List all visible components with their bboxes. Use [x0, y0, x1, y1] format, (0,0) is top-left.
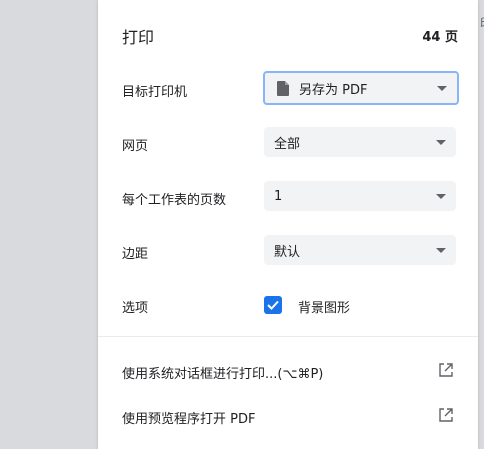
open-in-new-icon[interactable] [438, 407, 454, 423]
page-count: 44 页 [422, 30, 458, 45]
chevron-down-icon [436, 247, 446, 253]
chevron-down-icon [436, 139, 446, 145]
destination-label: 目标打印机 [122, 85, 188, 100]
pages-select[interactable]: 全部 [264, 127, 456, 157]
background-graphics-checkbox[interactable] [264, 296, 282, 314]
open-in-new-icon[interactable] [438, 362, 454, 378]
offscreen-text-fragment: 印 [480, 14, 484, 31]
pages-per-sheet-value: 1 [274, 188, 283, 204]
options-label: 选项 [122, 301, 149, 316]
pages-label: 网页 [122, 139, 149, 154]
destination-value: 另存为 PDF [299, 82, 368, 98]
margins-label: 边距 [122, 247, 149, 262]
open-preview-link[interactable]: 使用预览程序打开 PDF [122, 408, 255, 427]
destination-select[interactable]: 另存为 PDF [263, 71, 459, 105]
background-graphics-label: 背景图形 [298, 301, 351, 316]
pages-per-sheet-label: 每个工作表的页数 [122, 193, 227, 208]
file-icon [277, 80, 289, 96]
panel-title: 打印 [122, 28, 155, 47]
margins-value: 默认 [274, 244, 301, 260]
margins-select[interactable]: 默认 [264, 235, 456, 265]
print-settings-panel: 打印 44 页 目标打印机 另存为 PDF 网页 全部 每个工作表的页数 1 边… [98, 0, 478, 449]
pages-per-sheet-select[interactable]: 1 [264, 181, 456, 211]
checkmark-icon [267, 300, 279, 310]
system-dialog-link[interactable]: 使用系统对话框进行打印...(⌥⌘P) [122, 363, 323, 382]
pages-value: 全部 [274, 136, 301, 152]
divider [98, 336, 478, 337]
chevron-down-icon [437, 85, 447, 91]
chevron-down-icon [436, 193, 446, 199]
